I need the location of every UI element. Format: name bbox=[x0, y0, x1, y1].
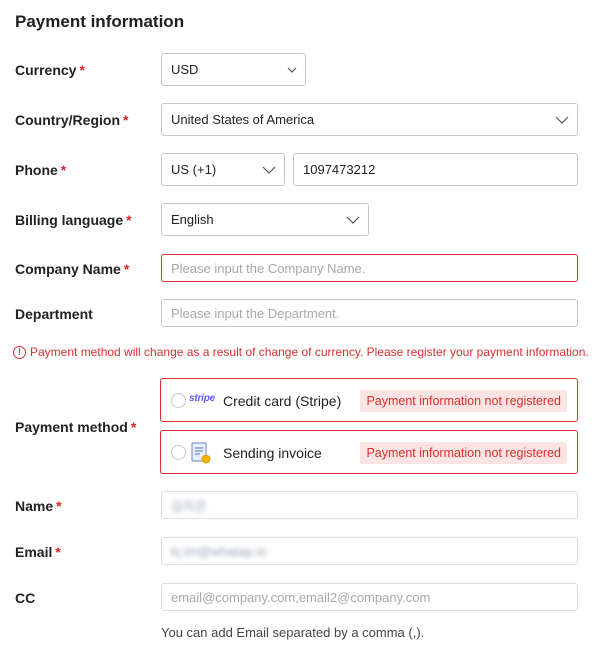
required-mark: * bbox=[130, 419, 137, 435]
billing-language-value: English bbox=[171, 212, 214, 227]
billing-language-select[interactable]: English bbox=[161, 203, 369, 236]
country-select[interactable]: United States of America bbox=[161, 103, 578, 136]
department-label: Department bbox=[15, 306, 93, 322]
required-mark: * bbox=[56, 498, 62, 514]
credit-card-radio[interactable] bbox=[171, 393, 186, 408]
name-label: Name * bbox=[15, 498, 62, 514]
company-name-placeholder: Please input the Company Name. bbox=[171, 260, 366, 276]
name-label-text: Name bbox=[15, 498, 54, 514]
country-value: United States of America bbox=[171, 112, 315, 127]
company-name-label: Company Name * bbox=[15, 261, 129, 277]
chevron-down-icon bbox=[346, 216, 360, 224]
currency-change-notice: ! Payment method will change as a result… bbox=[13, 345, 589, 359]
company-name-input[interactable]: Please input the Company Name. bbox=[161, 254, 578, 282]
phone-number-value: 1097473212 bbox=[303, 162, 376, 177]
cc-input[interactable]: email@company.com,email2@company.com bbox=[161, 583, 578, 611]
phone-country-code-select[interactable]: US (+1) bbox=[161, 153, 285, 186]
required-mark: * bbox=[126, 212, 132, 228]
department-input[interactable]: Please input the Department. bbox=[161, 299, 578, 327]
chevron-down-icon bbox=[262, 166, 276, 174]
stripe-logo-icon: stripe bbox=[189, 393, 216, 404]
currency-value: USD bbox=[171, 62, 199, 77]
cc-label: CC bbox=[15, 590, 35, 606]
name-value: 김지은 bbox=[171, 498, 207, 514]
country-label: Country/Region * bbox=[15, 112, 128, 128]
currency-label-text: Currency bbox=[15, 62, 77, 78]
currency-select[interactable]: USD bbox=[161, 53, 306, 86]
billing-language-label: Billing language * bbox=[15, 212, 132, 228]
cc-placeholder: email@company.com,email2@company.com bbox=[171, 589, 431, 605]
country-label-text: Country/Region bbox=[15, 112, 120, 128]
name-input[interactable]: 김지은 bbox=[161, 491, 578, 519]
credit-card-status-badge: Payment information not registered bbox=[360, 390, 567, 412]
company-name-label-text: Company Name bbox=[15, 261, 121, 277]
email-label: Email * bbox=[15, 544, 61, 560]
cc-label-text: CC bbox=[15, 590, 36, 606]
phone-code-value: US (+1) bbox=[171, 162, 217, 177]
email-label-text: Email bbox=[15, 544, 53, 560]
payment-option-invoice[interactable]: Sending invoice Payment information not … bbox=[160, 430, 578, 474]
phone-number-input[interactable]: 1097473212 bbox=[293, 153, 578, 186]
required-mark: * bbox=[60, 162, 67, 178]
currency-label: Currency * bbox=[15, 62, 85, 78]
payment-option-credit-card[interactable]: stripe Credit card (Stripe) Payment info… bbox=[160, 378, 578, 422]
payment-method-label-text: Payment method bbox=[15, 419, 128, 435]
notice-text: Payment method will change as a result o… bbox=[30, 345, 589, 359]
email-input[interactable]: kj.im@whatap.io bbox=[161, 537, 578, 565]
credit-card-label: Credit card (Stripe) bbox=[223, 393, 342, 409]
payment-method-label: Payment method * bbox=[15, 419, 136, 435]
phone-label: Phone * bbox=[15, 162, 66, 178]
alert-circle-icon: ! bbox=[13, 345, 26, 359]
cc-hint: You can add Email separated by a comma (… bbox=[161, 625, 425, 640]
chevron-down-icon bbox=[555, 116, 569, 124]
phone-label-text: Phone bbox=[15, 162, 58, 178]
section-title: Payment information bbox=[15, 12, 185, 31]
invoice-document-icon bbox=[191, 442, 211, 464]
required-mark: * bbox=[123, 112, 129, 128]
required-mark: * bbox=[55, 544, 61, 560]
required-mark: * bbox=[79, 62, 85, 78]
chevron-down-icon bbox=[287, 67, 297, 73]
invoice-radio[interactable] bbox=[171, 445, 186, 460]
department-placeholder: Please input the Department. bbox=[171, 305, 340, 321]
billing-language-label-text: Billing language bbox=[15, 212, 124, 228]
invoice-label: Sending invoice bbox=[223, 445, 322, 461]
email-value: kj.im@whatap.io bbox=[171, 543, 267, 559]
required-mark: * bbox=[123, 261, 130, 277]
department-label-text: Department bbox=[15, 306, 93, 322]
invoice-status-badge: Payment information not registered bbox=[360, 442, 567, 464]
